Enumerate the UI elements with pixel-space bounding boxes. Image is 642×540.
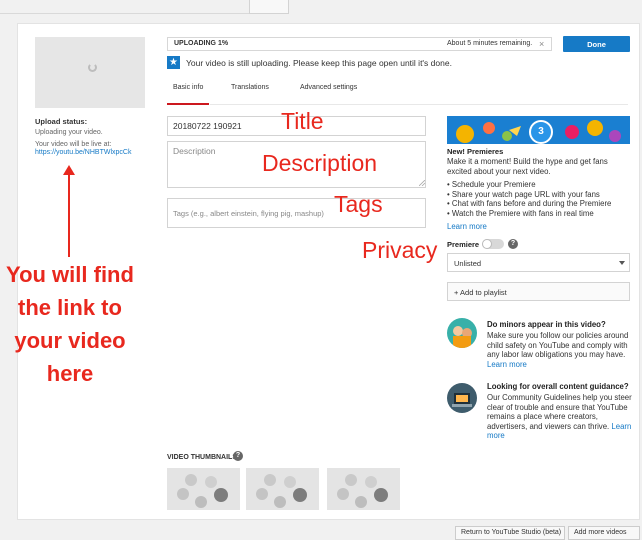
annotation-link-note: You will find the link to your video her… [0,258,140,390]
annotation-title: Title [281,108,324,134]
tip-minors-learn-more-link[interactable]: Learn more [487,360,527,369]
live-at-text: Your video will be live at: [35,141,112,148]
premieres-heading: New! Premieres [447,147,504,156]
video-link[interactable]: https://youtu.be/NHBTWlxpcCk [35,149,131,156]
video-preview [35,37,145,108]
list-item: • Watch the Premiere with fans in real t… [447,209,594,219]
resize-handle-icon[interactable] [419,180,425,186]
premieres-list: • Schedule your Premiere • Share your wa… [447,180,611,219]
premieres-badge: 3 [529,120,553,144]
tip-minors-text: Make sure you follow our policies around… [487,331,629,359]
link-note-line: your video [14,328,126,353]
loading-spinner-icon [88,63,97,72]
video-thumbnails-label: VIDEO THUMBNAILS [167,454,237,461]
link-note-line: the link to [18,295,122,320]
add-more-videos-button[interactable]: Add more videos [568,526,640,540]
top-search-underline [0,13,250,14]
kids-safety-icon [447,318,477,348]
still-uploading-notice: Your video is still uploading. Please ke… [186,58,452,68]
tip-minors-body: Make sure you follow our policies around… [487,331,637,369]
arrow-shaft [68,173,70,257]
thumbnail-option[interactable] [327,468,400,510]
cancel-upload-icon[interactable]: × [539,39,544,49]
done-button[interactable]: Done [563,36,630,52]
premiere-toggle-knob[interactable] [482,239,492,249]
thumbnail-option[interactable] [246,468,319,510]
tab-translations[interactable]: Translations [231,84,269,91]
guidelines-icon [447,383,477,413]
active-tab-indicator [167,103,209,105]
premiere-label: Premiere [447,240,480,249]
list-item: • Share your watch page URL with your fa… [447,189,600,199]
annotation-description: Description [262,150,378,176]
list-item: • Schedule your Premiere [447,180,536,189]
thumbnails-help-icon[interactable]: ? [233,451,243,461]
tip-guidance-title: Looking for overall content guidance? [487,382,629,391]
premieres-learn-more-link[interactable]: Learn more [447,222,487,231]
link-note-line: here [46,361,94,386]
privacy-value: Unlisted [454,259,482,268]
upload-progress-label: UPLOADING 1% [174,40,229,47]
annotation-privacy: Privacy [362,237,438,263]
top-search-button[interactable] [249,0,289,14]
return-to-studio-button[interactable]: Return to YouTube Studio (beta) [455,526,565,540]
tip-minors-title: Do minors appear in this video? [487,320,606,329]
premiere-help-icon[interactable]: ? [508,239,518,249]
tab-basic-info[interactable]: Basic info [173,84,203,91]
add-to-playlist-label: + Add to playlist [454,288,507,297]
time-remaining: About 5 minutes remaining. [447,40,533,47]
annotation-tags: Tags [334,191,383,217]
star-icon: ★ [167,56,180,69]
tabs-divider [210,104,628,105]
title-value: 20180722 190921 [173,121,242,131]
link-note-line: You will find [6,262,134,287]
upload-status-text: Uploading your video. [35,129,103,136]
tip-guidance-body: Our Community Guidelines help you steer … [487,393,637,441]
tags-placeholder: Tags (e.g., albert einstein, flying pig,… [173,209,324,218]
description-placeholder: Description [173,146,216,156]
list-item: • Chat with fans before and during the P… [447,199,612,209]
tab-advanced-settings[interactable]: Advanced settings [300,84,357,91]
upload-status-title: Upload status: [35,117,88,126]
thumbnail-option[interactable] [167,468,240,510]
premieres-text: Make it a moment! Build the hype and get… [447,157,608,176]
chevron-down-icon [619,261,625,265]
